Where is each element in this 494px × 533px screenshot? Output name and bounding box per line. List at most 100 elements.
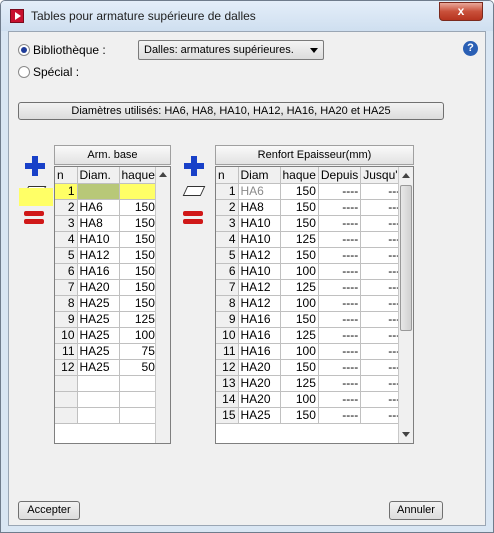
table-row[interactable]: 14 HA20 100 ---- ---- bbox=[216, 391, 408, 408]
from-cell[interactable]: ---- bbox=[318, 407, 362, 424]
from-cell[interactable]: ---- bbox=[318, 215, 362, 232]
spacing-cell[interactable]: 150 bbox=[280, 183, 319, 200]
spacing-cell[interactable]: 125 bbox=[280, 375, 319, 392]
delete-row-button[interactable] bbox=[23, 207, 47, 229]
spacing-cell[interactable]: 150 bbox=[280, 407, 319, 424]
from-cell[interactable]: ---- bbox=[318, 263, 362, 280]
table-row[interactable]: 8 HA12 100 ---- ---- bbox=[216, 295, 408, 312]
col-diam[interactable]: Diam. bbox=[77, 167, 120, 184]
diam-cell[interactable]: HA25 bbox=[77, 295, 120, 312]
diam-cell[interactable]: HA25 bbox=[77, 311, 120, 328]
diam-cell[interactable]: HA16 bbox=[77, 263, 120, 280]
spacing-cell[interactable] bbox=[119, 375, 158, 392]
from-cell[interactable]: ---- bbox=[318, 327, 362, 344]
diam-cell[interactable]: HA12 bbox=[238, 279, 281, 296]
diam-cell[interactable]: HA12 bbox=[77, 247, 120, 264]
table-row[interactable]: 10 HA25 100 bbox=[55, 327, 158, 344]
table-row[interactable]: 5 HA12 150 bbox=[55, 247, 158, 264]
radio-special[interactable] bbox=[18, 66, 30, 78]
spacing-cell[interactable] bbox=[119, 183, 158, 200]
spacing-cell[interactable]: 150 bbox=[119, 263, 158, 280]
add-reinforcement-button[interactable] bbox=[182, 154, 206, 176]
col-n[interactable]: n bbox=[55, 167, 78, 184]
diam-cell[interactable] bbox=[77, 375, 120, 392]
diam-cell[interactable]: HA25 bbox=[238, 407, 281, 424]
spacing-cell[interactable]: 125 bbox=[280, 231, 319, 248]
table-row[interactable]: 11 HA16 100 ---- ---- bbox=[216, 343, 408, 360]
diam-cell[interactable]: HA10 bbox=[77, 231, 120, 248]
from-cell[interactable]: ---- bbox=[318, 231, 362, 248]
table-row[interactable]: 2 HA8 150 ---- ---- bbox=[216, 199, 408, 216]
close-button[interactable]: x bbox=[439, 2, 483, 21]
table-row[interactable]: 7 HA20 150 bbox=[55, 279, 158, 296]
left-vertical-scrollbar[interactable] bbox=[155, 167, 170, 443]
table-row[interactable]: 10 HA16 125 ---- ---- bbox=[216, 327, 408, 344]
diam-cell[interactable]: HA6 bbox=[77, 199, 120, 216]
from-cell[interactable]: ---- bbox=[318, 279, 362, 296]
diam-cell[interactable]: HA10 bbox=[238, 263, 281, 280]
table-row[interactable] bbox=[55, 407, 158, 424]
table-row[interactable]: 9 HA16 150 ---- ---- bbox=[216, 311, 408, 328]
table-row[interactable]: 11 HA25 75 bbox=[55, 343, 158, 360]
table-row[interactable]: 13 HA20 125 ---- ---- bbox=[216, 375, 408, 392]
table-row[interactable]: 7 HA12 125 ---- ---- bbox=[216, 279, 408, 296]
scrollbar-thumb[interactable] bbox=[400, 185, 412, 331]
col-depuis[interactable]: Depuis bbox=[318, 167, 362, 184]
diam-cell[interactable]: HA16 bbox=[238, 343, 281, 360]
radio-bibliotheque[interactable] bbox=[18, 44, 30, 56]
spacing-cell[interactable]: 150 bbox=[280, 359, 319, 376]
table-row[interactable] bbox=[55, 391, 158, 408]
spacing-cell[interactable] bbox=[119, 407, 158, 424]
diam-cell[interactable]: HA12 bbox=[238, 247, 281, 264]
spacing-cell[interactable]: 100 bbox=[280, 391, 319, 408]
scroll-up-icon[interactable] bbox=[159, 172, 167, 177]
from-cell[interactable]: ---- bbox=[318, 183, 362, 200]
spacing-cell[interactable]: 125 bbox=[280, 327, 319, 344]
from-cell[interactable]: ---- bbox=[318, 311, 362, 328]
spacing-cell[interactable]: 150 bbox=[280, 247, 319, 264]
scroll-up-icon[interactable] bbox=[402, 173, 410, 178]
from-cell[interactable]: ---- bbox=[318, 247, 362, 264]
diam-cell[interactable]: HA10 bbox=[238, 215, 281, 232]
from-cell[interactable]: ---- bbox=[318, 295, 362, 312]
table-row[interactable] bbox=[55, 375, 158, 392]
diam-cell[interactable] bbox=[77, 407, 120, 424]
spacing-cell[interactable]: 100 bbox=[280, 343, 319, 360]
table-row[interactable]: 4 HA10 125 ---- ---- bbox=[216, 231, 408, 248]
help-icon[interactable]: ? bbox=[463, 41, 478, 56]
diam-cell[interactable]: HA16 bbox=[238, 311, 281, 328]
spacing-cell[interactable]: 50 bbox=[119, 359, 158, 376]
diam-cell[interactable]: HA25 bbox=[77, 327, 120, 344]
col-espacement[interactable]: haque bbox=[280, 167, 319, 184]
spacing-cell[interactable]: 150 bbox=[119, 279, 158, 296]
delete-reinforcement-button[interactable] bbox=[182, 207, 206, 229]
library-dropdown[interactable]: Dalles: armatures supérieures. bbox=[138, 40, 324, 60]
spacing-cell[interactable]: 150 bbox=[119, 295, 158, 312]
table-row[interactable]: 9 HA25 125 bbox=[55, 311, 158, 328]
table-row[interactable]: 5 HA12 150 ---- ---- bbox=[216, 247, 408, 264]
diameters-button[interactable]: Diamètres utilisés: HA6, HA8, HA10, HA12… bbox=[18, 102, 444, 120]
table-row[interactable]: 1 HA6 150 ---- ---- bbox=[216, 183, 408, 200]
add-row-button[interactable] bbox=[23, 154, 47, 176]
table-row[interactable]: 2 HA6 150 bbox=[55, 199, 158, 216]
diam-cell[interactable]: HA10 bbox=[238, 231, 281, 248]
table-row[interactable]: 15 HA25 150 ---- ---- bbox=[216, 407, 408, 424]
from-cell[interactable]: ---- bbox=[318, 343, 362, 360]
spacing-cell[interactable]: 150 bbox=[280, 215, 319, 232]
spacing-cell[interactable]: 150 bbox=[119, 247, 158, 264]
diam-cell[interactable] bbox=[77, 391, 120, 408]
from-cell[interactable]: ---- bbox=[318, 359, 362, 376]
table-row[interactable]: 4 HA10 150 bbox=[55, 231, 158, 248]
table-row[interactable]: 12 HA25 50 bbox=[55, 359, 158, 376]
spacing-cell[interactable]: 100 bbox=[280, 263, 319, 280]
diam-cell[interactable]: HA20 bbox=[238, 391, 281, 408]
spacing-cell[interactable]: 150 bbox=[119, 231, 158, 248]
col-espacement[interactable]: haque bbox=[119, 167, 158, 184]
spacing-cell[interactable]: 150 bbox=[280, 311, 319, 328]
diam-cell[interactable]: HA6 bbox=[238, 183, 281, 200]
diam-cell[interactable]: HA8 bbox=[77, 215, 120, 232]
diam-cell[interactable]: HA12 bbox=[238, 295, 281, 312]
spacing-cell[interactable] bbox=[119, 391, 158, 408]
spacing-cell[interactable]: 75 bbox=[119, 343, 158, 360]
spacing-cell[interactable]: 125 bbox=[119, 311, 158, 328]
